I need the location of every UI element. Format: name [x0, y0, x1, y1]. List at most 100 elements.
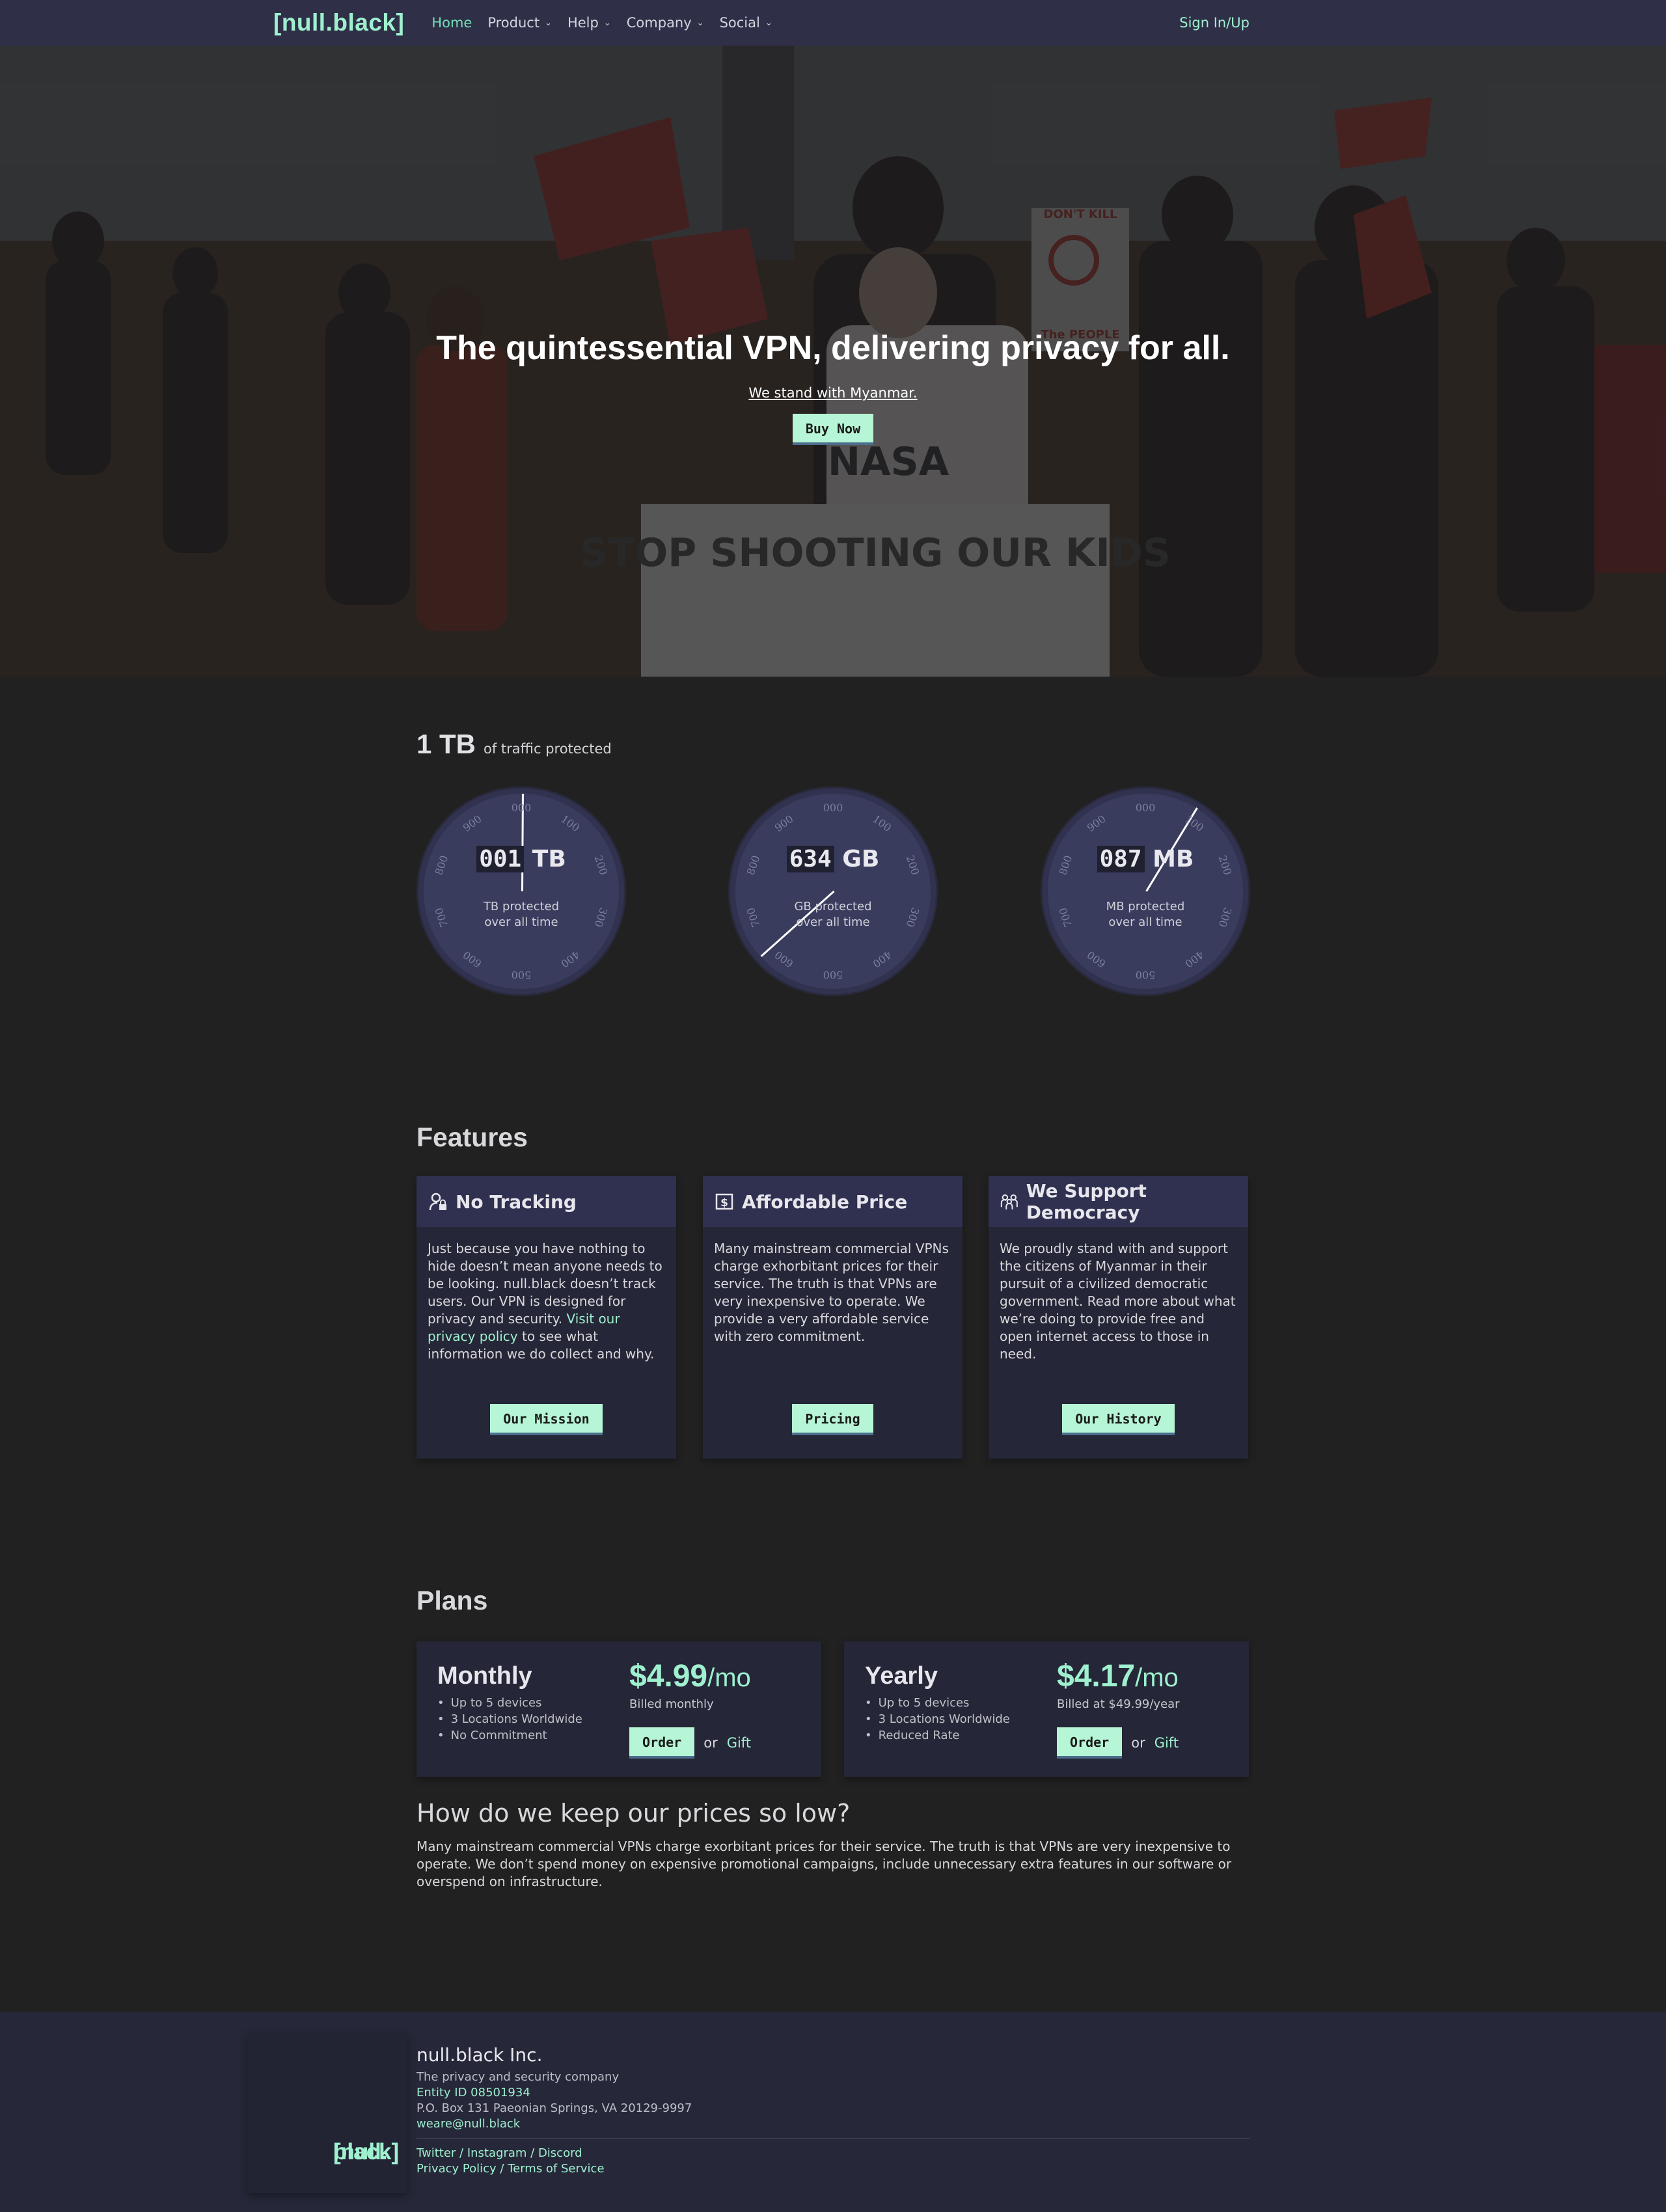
gift-link[interactable]: Gift: [727, 1735, 751, 1751]
hero-title: The quintessential VPN, delivering priva…: [436, 329, 1230, 367]
plan-billing: Billed monthly: [629, 1697, 714, 1711]
people-icon: [1000, 1194, 1018, 1209]
our-history-button[interactable]: Our History: [1062, 1404, 1175, 1435]
card-body: Many mainstream commercial VPNs charge e…: [714, 1241, 949, 1344]
company-tagline: The privacy and security company: [416, 2070, 620, 2084]
plan-price: $4.99/mo: [629, 1658, 751, 1694]
dial-caption-line1: MB protected: [1106, 900, 1185, 913]
card-header: $ Affordable Price: [703, 1176, 963, 1227]
price-amount: $4.99: [629, 1659, 708, 1693]
privacy-policy-footer-link[interactable]: Privacy Policy: [416, 2162, 497, 2176]
stats-label: of traffic protected: [484, 741, 612, 757]
hero-subtitle-link[interactable]: We stand with Myanmar.: [0, 385, 1666, 401]
plan-name: Yearly: [865, 1662, 938, 1690]
chevron-down-icon: ⌄: [603, 18, 611, 28]
card-body: Just because you have nothing to hide do…: [428, 1240, 664, 1363]
top-nav: [null.black] Home Product ⌄ Help ⌄ Company…: [0, 0, 1666, 46]
dial-tick: 400: [558, 948, 582, 970]
features-title: Features: [416, 1122, 528, 1152]
gift-link[interactable]: Gift: [1154, 1735, 1179, 1751]
discord-link[interactable]: Discord: [538, 2146, 582, 2160]
price-period: /mo: [1135, 1664, 1179, 1692]
dial-tick: 600: [460, 948, 484, 970]
stats-total: 1 TB: [416, 729, 476, 759]
dial-number: 001: [476, 846, 525, 872]
plan-features: Up to 5 devices 3 Locations Worldwide No…: [437, 1695, 582, 1744]
plan-feature: Reduced Rate: [865, 1727, 1010, 1744]
pricing-button[interactable]: Pricing: [792, 1404, 873, 1435]
terms-of-service-link[interactable]: Terms of Service: [508, 2162, 604, 2176]
instagram-link[interactable]: Instagram: [467, 2146, 527, 2160]
nav-home[interactable]: Home: [431, 15, 472, 31]
order-button[interactable]: Order: [1057, 1727, 1123, 1759]
nav-home-label: Home: [431, 15, 472, 31]
link-separator: /: [526, 2146, 538, 2160]
dial-tick: 100: [558, 813, 582, 835]
dial-number: 634: [786, 846, 834, 872]
dial-caption-line1: TB protected: [483, 900, 560, 913]
feature-card-affordable-price: $ Affordable Price Many mainstream comme…: [703, 1176, 963, 1459]
dial-tick: 900: [460, 813, 484, 835]
order-button[interactable]: Order: [629, 1727, 695, 1759]
dial-tick: 000: [1135, 802, 1156, 814]
plan-monthly: Monthly Up to 5 devices 3 Locations Worl…: [416, 1641, 821, 1777]
nav-company[interactable]: Company ⌄: [627, 15, 704, 31]
nav-company-label: Company: [626, 15, 692, 31]
nav-help-label: Help: [567, 15, 599, 31]
card-title: No Tracking: [456, 1191, 577, 1213]
contact-email[interactable]: weare@null.black: [416, 2116, 1250, 2132]
dial-tick: 600: [1084, 948, 1108, 970]
plan-feature: 3 Locations Worldwide: [865, 1711, 1010, 1727]
logo[interactable]: [null.black]: [273, 9, 404, 36]
faq-title: How do we keep our prices so low?: [416, 1799, 851, 1828]
company-address: P.O. Box 131 Paeonian Springs, VA 20129-…: [416, 2101, 692, 2115]
price-period: /mo: [707, 1664, 751, 1692]
nav-product-label: Product: [487, 15, 540, 31]
plan-feature: 3 Locations Worldwide: [437, 1711, 582, 1727]
dollar-icon: $: [715, 1193, 733, 1210]
dial-gb: 634 GB GB protected over all time 000 100 2…: [730, 789, 936, 994]
card-header: No Tracking: [416, 1176, 676, 1227]
nav-social[interactable]: Social ⌄: [720, 15, 772, 31]
social-links: Twitter / Instagram / Discord: [416, 2146, 1250, 2161]
dial-mb: 087 MB MB protected over all time 000 100 2…: [1043, 789, 1248, 994]
hero-banner: STOP SHOOTING OUR KIDS DON'T KILL The PE…: [0, 46, 1666, 677]
dial-tick: 500: [511, 969, 532, 981]
dial-tick: 900: [772, 813, 796, 835]
dial-number: 087: [1097, 846, 1145, 872]
feature-card-no-tracking: No Tracking Just because you have nothin…: [416, 1176, 676, 1459]
footer-logo[interactable]: [null. black]: [247, 2033, 407, 2193]
legal-links: Privacy Policy / Terms of Service: [416, 2161, 1250, 2177]
footer-info: null.black Inc. The privacy and security…: [416, 2044, 1250, 2177]
chevron-down-icon: ⌄: [696, 18, 704, 28]
buy-now-button[interactable]: Buy Now: [792, 414, 874, 445]
sign-in-link[interactable]: Sign In/Up: [1179, 0, 1250, 46]
nav-product[interactable]: Product ⌄: [487, 15, 552, 31]
plan-features: Up to 5 devices 3 Locations Worldwide Re…: [865, 1695, 1010, 1744]
dial-tick: 400: [870, 948, 894, 970]
dial-caption-line1: GB protected: [794, 900, 872, 913]
dial-unit: GB: [842, 846, 880, 872]
dial-unit: MB: [1153, 846, 1194, 872]
our-mission-button[interactable]: Our Mission: [490, 1404, 603, 1435]
dial-unit: TB: [532, 846, 566, 872]
feature-card-democracy: We Support Democracy We proudly stand wi…: [989, 1176, 1248, 1459]
plan-name: Monthly: [437, 1662, 532, 1690]
chevron-down-icon: ⌄: [765, 18, 772, 28]
plan-feature: Up to 5 devices: [437, 1695, 582, 1711]
stats-headline: 1 TB of traffic protected: [416, 729, 612, 760]
dial-tick: 900: [1084, 813, 1108, 835]
price-amount: $4.17: [1057, 1659, 1136, 1693]
plans-title: Plans: [416, 1585, 488, 1615]
plan-actions: Order or Gift: [1057, 1727, 1179, 1759]
link-separator: /: [496, 2162, 508, 2176]
dial-tick: 000: [511, 802, 532, 814]
link-separator: /: [456, 2146, 467, 2160]
faq-body: Many mainstream commercial VPNs charge e…: [416, 1839, 1232, 1889]
company-name: null.black Inc.: [416, 2044, 543, 2066]
twitter-link[interactable]: Twitter: [416, 2146, 456, 2160]
chevron-down-icon: ⌄: [545, 18, 552, 28]
card-title: Affordable Price: [742, 1191, 908, 1213]
nav-help[interactable]: Help ⌄: [567, 15, 611, 31]
card-header: We Support Democracy: [989, 1176, 1248, 1227]
